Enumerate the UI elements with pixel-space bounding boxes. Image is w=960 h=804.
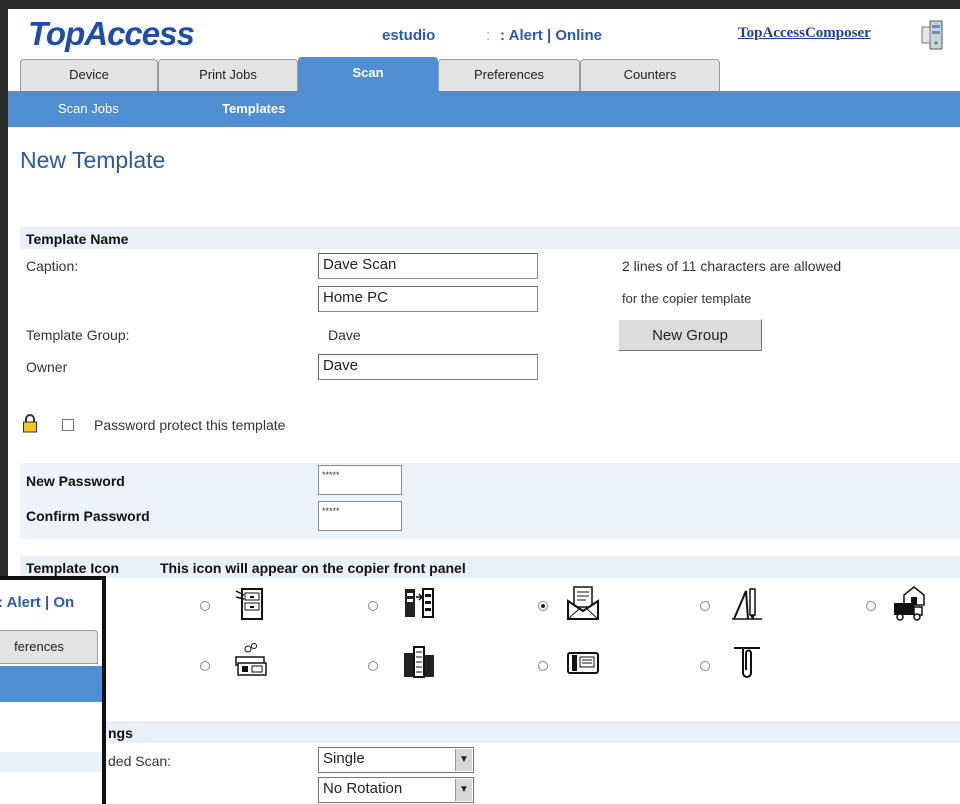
- template-name-section-band: [20, 227, 960, 249]
- template-icon-note: This icon will appear on the copier fron…: [160, 560, 466, 576]
- buildings-icon: [404, 646, 434, 678]
- mail-envelope-icon: [567, 586, 599, 620]
- page-title: New Template: [20, 147, 166, 173]
- password-protect-label: Password protect this template: [94, 417, 286, 433]
- money-icon: [235, 643, 267, 676]
- new-group-button[interactable]: New Group: [618, 319, 762, 351]
- background-section-band: [0, 752, 102, 772]
- topaccess-logo: TopAccess: [28, 15, 195, 52]
- confirm-password-label: Confirm Password: [26, 508, 150, 524]
- subtab-templates[interactable]: Templates: [222, 101, 285, 116]
- main-tabs: Device Print Jobs Scan Preferences Count…: [8, 57, 960, 91]
- icon-radio-paperclip[interactable]: [700, 661, 710, 671]
- owner-input[interactable]: Dave: [318, 354, 538, 380]
- scan-settings-heading-partial: ngs: [108, 725, 133, 741]
- icon-radio-server-transfer[interactable]: [368, 601, 378, 611]
- template-group-value: Dave: [328, 327, 361, 343]
- tab-preferences[interactable]: Preferences: [438, 59, 580, 91]
- sided-scan-label-partial: ded Scan:: [108, 753, 172, 769]
- caption-line2-input[interactable]: Home PC: [318, 286, 538, 312]
- house-truck-icon: [894, 586, 925, 621]
- chevron-down-icon[interactable]: ▼: [455, 749, 472, 771]
- chevron-down-icon[interactable]: ▼: [455, 779, 472, 801]
- icon-radio-money[interactable]: [200, 661, 210, 671]
- background-window[interactable]: : Alert | On ferences: [0, 576, 106, 804]
- sided-scan-select[interactable]: Single ▼: [318, 747, 474, 773]
- topaccess-window: TopAccess estudio : : Alert | Online Top…: [8, 9, 960, 804]
- device-name: estudio: [382, 27, 436, 44]
- new-password-label: New Password: [26, 473, 125, 489]
- padlock-icon: [23, 414, 37, 433]
- template-name-heading: Template Name: [26, 231, 129, 247]
- tab-print-jobs[interactable]: Print Jobs: [158, 59, 298, 91]
- icon-radio-buildings[interactable]: [368, 661, 378, 671]
- scan-settings-section-band: [20, 721, 960, 743]
- status-separator: :: [486, 27, 491, 44]
- scan-subnav: Scan Jobs Templates: [8, 91, 960, 127]
- icon-radio-drafting-tools[interactable]: [700, 601, 710, 611]
- drafting-tools-icon: [732, 588, 762, 620]
- caption-hint-line1: 2 lines of 11 characters are allowed: [622, 258, 842, 274]
- subtab-scan-jobs[interactable]: Scan Jobs: [58, 101, 119, 116]
- rotation-select[interactable]: No Rotation ▼: [318, 777, 474, 803]
- tab-device[interactable]: Device: [20, 59, 158, 91]
- fax-machine-icon: [567, 652, 599, 674]
- caption-line1-input[interactable]: Dave Scan: [318, 253, 538, 279]
- caption-label: Caption:: [26, 258, 79, 274]
- header: TopAccess estudio : : Alert | Online Top…: [8, 9, 960, 57]
- composer-server-icon[interactable]: [920, 19, 950, 51]
- tab-counters[interactable]: Counters: [580, 59, 720, 91]
- topaccess-composer-link[interactable]: TopAccessComposer: [738, 25, 871, 42]
- background-subnav-bar: [0, 666, 102, 702]
- server-transfer-icon: [405, 588, 434, 618]
- caption-hint-line2: for the copier template: [622, 291, 752, 306]
- icon-radio-file-cabinet[interactable]: [200, 601, 210, 611]
- template-icon-heading: Template Icon: [26, 560, 120, 576]
- confirm-password-input[interactable]: *****: [318, 501, 402, 531]
- paperclip-icon: [734, 647, 760, 678]
- rotation-value: No Rotation: [323, 780, 403, 797]
- template-group-label: Template Group:: [26, 327, 130, 343]
- icon-radio-mail-envelope[interactable]: [538, 601, 548, 611]
- owner-label: Owner: [26, 359, 68, 375]
- background-device-status: : Alert | On: [0, 594, 75, 611]
- tab-scan[interactable]: Scan: [298, 57, 438, 91]
- background-tab-preferences[interactable]: ferences: [0, 630, 98, 664]
- password-protect-checkbox[interactable]: [62, 419, 74, 431]
- icon-radio-house-truck[interactable]: [866, 601, 876, 611]
- device-status: : Alert | Online: [500, 27, 602, 44]
- sided-scan-value: Single: [323, 750, 365, 767]
- file-cabinet-icon: [235, 588, 263, 620]
- new-password-input[interactable]: *****: [318, 465, 402, 495]
- icon-radio-fax-machine[interactable]: [538, 661, 548, 671]
- password-section-band: [20, 463, 960, 539]
